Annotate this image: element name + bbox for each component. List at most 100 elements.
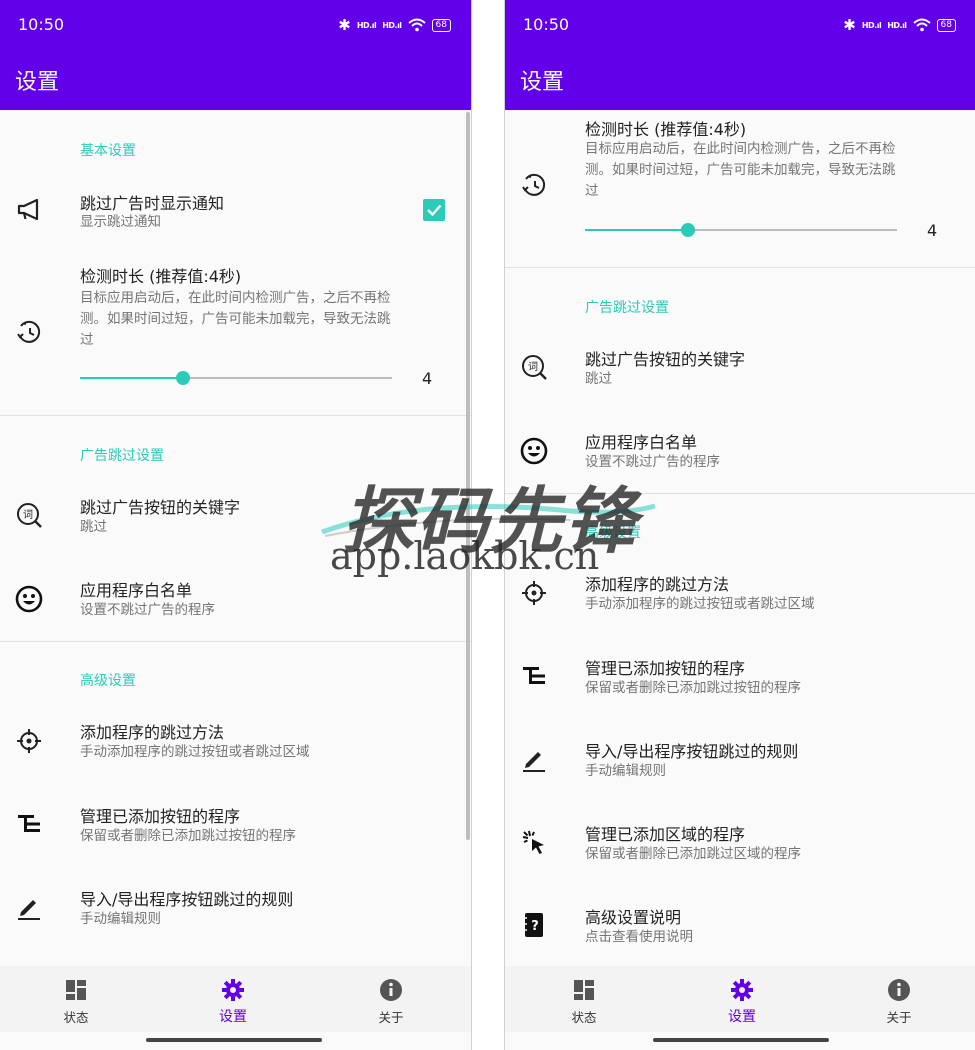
nav-about[interactable]: 关于 <box>351 966 431 1032</box>
nav-settings[interactable]: 设置 <box>193 966 273 1032</box>
nav-label: 关于 <box>378 1010 404 1025</box>
timer-icon <box>519 170 549 200</box>
svg-text:词: 词 <box>23 509 33 521</box>
pref-summary: 手动添加程序的跳过按钮或者跳过区域 <box>80 744 310 760</box>
nav-label: 状态 <box>571 1010 597 1025</box>
divider <box>505 267 975 268</box>
detect-duration-slider[interactable] <box>585 223 897 237</box>
pref-title: 管理已添加按钮的程序 <box>585 659 746 678</box>
divider <box>0 415 471 416</box>
crosshair-icon <box>14 726 44 756</box>
battery-icon: 68 <box>936 18 956 32</box>
pref-title: 应用程序白名单 <box>585 433 698 452</box>
pencil-icon <box>14 892 44 922</box>
nav-status[interactable]: 状态 <box>544 966 624 1032</box>
gear-icon <box>730 978 754 1002</box>
status-time: 10:50 <box>18 15 65 34</box>
pref-title: 跳过广告按钮的关键字 <box>80 498 241 517</box>
pref-summary: 测。如果时间过短，广告可能未加载完，导致无法跳 <box>585 162 896 178</box>
section-header-basic: 基本设置 <box>80 143 136 159</box>
dashboard-icon <box>572 978 596 1002</box>
pref-summary: 保留或者删除已添加跳过区域的程序 <box>585 846 801 862</box>
pref-title: 跳过广告时显示通知 <box>80 194 225 213</box>
pref-title: 添加程序的跳过方法 <box>585 575 730 594</box>
divider <box>0 641 471 642</box>
pref-summary: 测。如果时间过短，广告可能未加载完，导致无法跳 <box>80 311 391 327</box>
gear-icon <box>221 978 245 1002</box>
svg-text:词: 词 <box>528 361 538 373</box>
wifi-icon <box>407 18 426 32</box>
pref-summary: 目标应用启动后，在此时间内检测广告，之后不再检 <box>80 290 391 306</box>
pref-summary: 保留或者删除已添加跳过按钮的程序 <box>80 828 296 844</box>
keyword-search-icon: 词 <box>14 500 44 530</box>
phone-screen-right: 10:50 ✱ HD.ıl HD.ıl 68 设置 检测时长 (推荐值:4秒) … <box>504 0 975 1050</box>
pref-title: 管理已添加按钮的程序 <box>80 807 241 826</box>
home-indicator[interactable] <box>146 1038 322 1042</box>
nav-label: 关于 <box>886 1010 912 1025</box>
show-notification-checkbox[interactable] <box>423 199 445 221</box>
smiley-icon <box>519 436 549 466</box>
timer-icon <box>14 317 44 347</box>
signal-icon: HD.ıl <box>382 20 402 30</box>
nav-label: 设置 <box>219 1009 247 1025</box>
svg-text:?: ? <box>531 919 539 934</box>
info-icon <box>379 978 403 1002</box>
smiley-icon <box>14 584 44 614</box>
status-time: 10:50 <box>523 15 570 34</box>
pref-summary: 设置不跳过广告的程序 <box>80 602 215 618</box>
home-indicator[interactable] <box>653 1038 829 1042</box>
phone-screen-left: 10:50 ✱ HD.ıl HD.ıl 68 设置 基本设置 跳过广告时显示通知… <box>0 0 472 1050</box>
section-header-ad-skip: 广告跳过设置 <box>585 300 669 316</box>
status-bar: 10:50 ✱ HD.ıl HD.ıl 68 <box>0 0 471 46</box>
section-header-ad-skip: 广告跳过设置 <box>80 448 164 464</box>
slider-thumb[interactable] <box>175 371 190 385</box>
pref-summary: 手动添加程序的跳过按钮或者跳过区域 <box>585 596 815 612</box>
pref-title: 管理已添加区域的程序 <box>585 825 746 844</box>
status-icons: ✱ HD.ıl HD.ıl 68 <box>843 16 956 34</box>
scrollbar[interactable] <box>466 112 470 840</box>
list-tree-icon <box>14 809 44 839</box>
list-tree-icon <box>519 661 549 691</box>
pref-title: 高级设置说明 <box>585 908 682 927</box>
signal-icon: HD.ıl <box>887 20 907 30</box>
wifi-icon <box>912 18 931 32</box>
slider-fill <box>80 377 183 379</box>
pref-summary: 保留或者删除已添加跳过按钮的程序 <box>585 680 801 696</box>
pref-summary: 目标应用启动后，在此时间内检测广告，之后不再检 <box>585 141 896 157</box>
pref-summary: 过 <box>80 332 94 348</box>
settings-list[interactable]: 检测时长 (推荐值:4秒) 目标应用启动后，在此时间内检测广告，之后不再检 测。… <box>505 110 975 966</box>
divider <box>505 493 975 494</box>
bluetooth-icon: ✱ <box>338 16 351 34</box>
nav-settings[interactable]: 设置 <box>702 966 782 1032</box>
pref-title: 导入/导出程序按钮跳过的规则 <box>585 742 799 761</box>
nav-label: 状态 <box>63 1010 89 1025</box>
keyword-search-icon: 词 <box>519 352 549 382</box>
settings-list[interactable]: 基本设置 跳过广告时显示通知 显示跳过通知 检测时长 (推荐值:4秒) 目标应用… <box>0 110 471 966</box>
pref-title: 检测时长 (推荐值:4秒) <box>585 120 747 139</box>
page-title: 设置 <box>15 70 60 95</box>
bottom-nav: 状态 设置 关于 <box>0 966 471 1032</box>
section-header-advanced: 高级设置 <box>585 525 641 541</box>
battery-icon: 68 <box>431 18 451 32</box>
slider-value: 4 <box>927 221 938 240</box>
status-bar: 10:50 ✱ HD.ıl HD.ıl 68 <box>505 0 975 46</box>
slider-thumb[interactable] <box>680 223 695 237</box>
nav-status[interactable]: 状态 <box>36 966 116 1032</box>
cursor-click-icon <box>519 827 549 857</box>
pref-summary: 跳过 <box>585 371 612 387</box>
page-title: 设置 <box>520 70 565 95</box>
pref-title: 导入/导出程序按钮跳过的规则 <box>80 890 294 909</box>
pref-summary: 点击查看使用说明 <box>585 929 693 945</box>
crosshair-icon <box>519 578 549 608</box>
signal-icon: HD.ıl <box>861 20 882 30</box>
nav-label: 设置 <box>728 1009 756 1025</box>
bluetooth-icon: ✱ <box>843 16 856 34</box>
detect-duration-slider[interactable] <box>80 371 392 385</box>
status-icons: ✱ HD.ıl HD.ıl 68 <box>338 16 451 34</box>
slider-fill <box>585 229 688 231</box>
help-book-icon: ? <box>519 910 549 940</box>
info-icon <box>887 978 911 1002</box>
pref-title: 检测时长 (推荐值:4秒) <box>80 267 242 286</box>
app-bar: 设置 <box>0 46 471 110</box>
nav-about[interactable]: 关于 <box>859 966 939 1032</box>
